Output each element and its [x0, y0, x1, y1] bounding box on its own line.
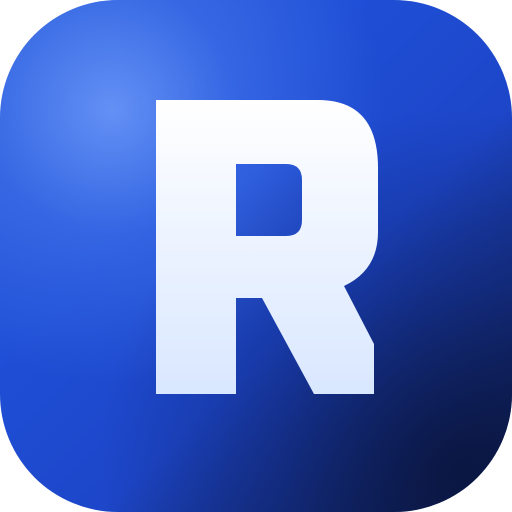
app-icon[interactable]	[0, 0, 512, 512]
letter-r-shape	[156, 100, 378, 394]
letter-r-glyph	[156, 100, 378, 394]
